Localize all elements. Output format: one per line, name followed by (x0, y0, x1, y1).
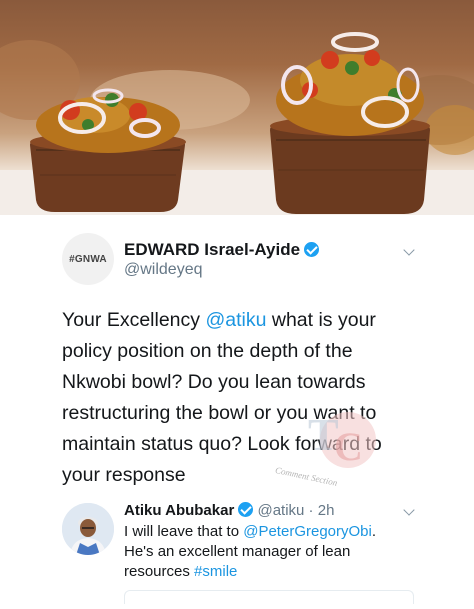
reply-text: I will leave that to @PeterGregoryObi. H… (124, 522, 424, 582)
tweet-line: your response (62, 464, 186, 486)
chevron-down-icon[interactable] (403, 246, 415, 258)
hashtag-link[interactable]: #smile (194, 563, 237, 580)
right-bowl (270, 32, 430, 214)
reply-author-avatar[interactable] (62, 503, 114, 555)
author-name-text: EDWARD Israel-Ayide (124, 240, 301, 259)
left-bowl (30, 88, 186, 212)
mention-link[interactable]: @PeterGregoryObi (243, 523, 372, 540)
verified-badge-icon (304, 242, 320, 257)
verified-badge-icon (238, 502, 254, 517)
reply-composer-edge[interactable] (124, 590, 414, 604)
tweet-text-segment: what is your (266, 309, 376, 331)
reply-line: resources #smile (124, 562, 424, 582)
reply-text-segment: . (371, 523, 377, 540)
reply-text-segment: I will leave that to (124, 523, 244, 540)
tweet-line: restructuring the bowl or you want to (62, 402, 377, 424)
author-handle[interactable]: @wildeyeq (124, 261, 203, 279)
tweet-line: maintain status quo? Look forward to (62, 433, 382, 455)
reply-text-segment: resources (124, 563, 195, 580)
person-avatar-icon (62, 503, 114, 555)
tweet-line: Nkwobi bowl? Do you lean towards (62, 371, 366, 393)
reply-author-name[interactable]: Atiku Abubakar (124, 502, 234, 519)
mention-link[interactable]: @atiku (205, 309, 266, 331)
author-avatar[interactable]: #GNWA (62, 233, 114, 285)
tweet-text: Your Excellency @atiku what is your poli… (62, 305, 442, 491)
reply-line: I will leave that to @PeterGregoryObi. (124, 522, 424, 542)
tweet-line: policy position on the depth of the (62, 340, 353, 362)
nkwobi-bowls-photo (0, 0, 474, 215)
reply-time[interactable]: 2h (318, 502, 335, 519)
author-name[interactable]: EDWARD Israel-Ayide (124, 240, 320, 260)
reply-header: Atiku Abubakar @atiku · 2h (124, 502, 334, 519)
reply-line: He's an excellent manager of lean (124, 543, 351, 560)
reply-author-handle[interactable]: @atiku (257, 502, 304, 519)
tweet-line: Your Excellency @atiku what is your (62, 305, 442, 336)
chevron-down-icon[interactable] (403, 506, 415, 518)
time-separator: · (304, 502, 318, 519)
tweet-text-segment: Your Excellency (62, 309, 206, 331)
photo-illustration (0, 32, 474, 215)
